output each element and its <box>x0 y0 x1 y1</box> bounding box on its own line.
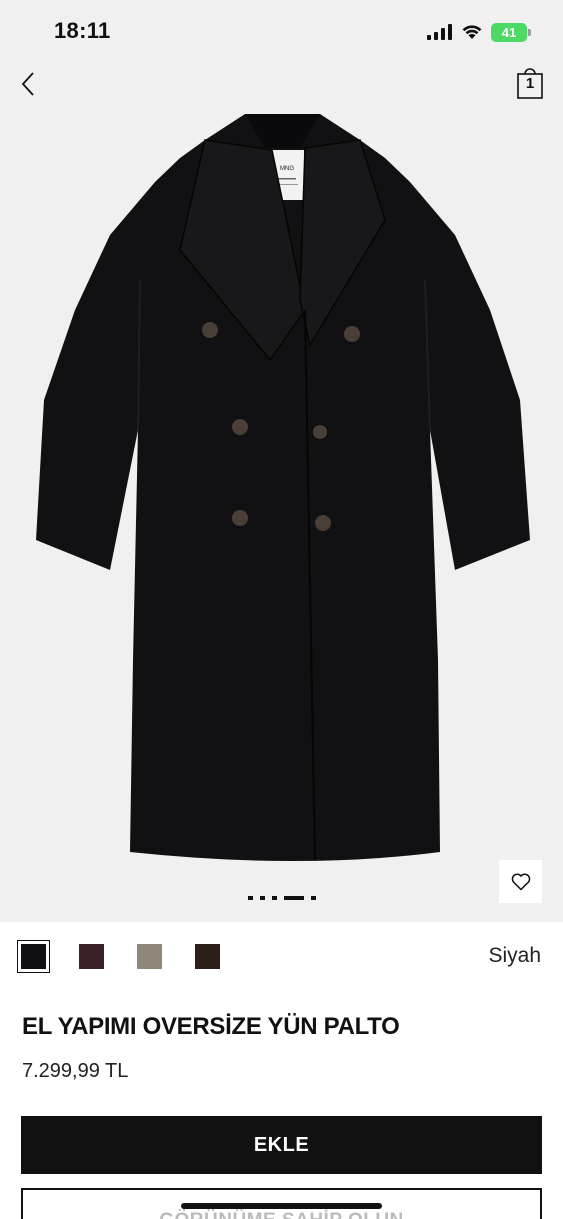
pagination-dot[interactable] <box>248 896 253 900</box>
battery-icon: 41 <box>491 22 531 42</box>
status-time: 18:11 <box>54 18 111 43</box>
status-bar: 18:11 41 <box>0 0 563 62</box>
cellular-signal-icon <box>427 24 452 40</box>
back-button[interactable] <box>14 68 42 100</box>
color-swatch[interactable] <box>17 940 50 973</box>
selected-color-name: Siyah <box>488 944 541 967</box>
product-image[interactable]: MNG <box>0 100 563 870</box>
pagination-dot[interactable] <box>311 896 316 900</box>
heart-icon <box>511 873 530 891</box>
pagination-dot[interactable] <box>260 896 265 900</box>
brand-label: MNG <box>280 166 294 172</box>
color-swatch[interactable] <box>137 944 162 969</box>
color-swatch[interactable] <box>195 944 220 969</box>
wifi-icon <box>462 25 482 39</box>
chevron-left-icon <box>21 72 34 96</box>
pagination-dot[interactable] <box>272 896 277 900</box>
product-title: EL YAPIMI OVERSİZE YÜN PALTO <box>22 1013 400 1040</box>
add-to-cart-button[interactable]: EKLE <box>21 1116 542 1174</box>
status-icons: 41 <box>427 22 531 42</box>
battery-level: 41 <box>501 24 517 40</box>
gallery-pagination <box>0 896 563 900</box>
home-indicator <box>181 1203 382 1209</box>
pagination-dot-active[interactable] <box>284 896 304 900</box>
shopping-bag-button[interactable]: 1 <box>515 66 545 100</box>
bag-count: 1 <box>525 75 535 92</box>
color-swatches <box>17 940 220 973</box>
product-price: 7.299,99 TL <box>22 1060 129 1082</box>
product-gallery[interactable]: 18:11 41 1 MNG <box>0 0 563 922</box>
color-swatch[interactable] <box>79 944 104 969</box>
